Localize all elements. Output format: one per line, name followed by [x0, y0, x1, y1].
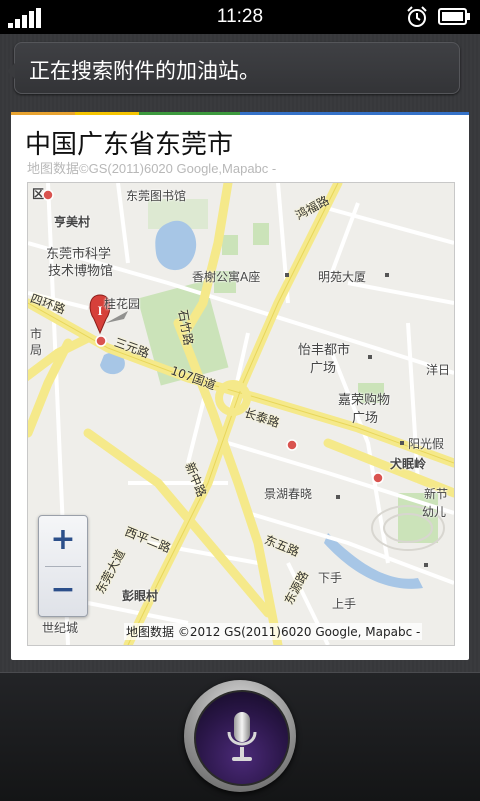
map-label: 亨美村: [54, 215, 91, 229]
card-title: 中国广东省东莞市: [25, 130, 234, 160]
card-accent-stripe: [11, 112, 469, 115]
map-label: 广场: [352, 411, 379, 426]
query-bubble[interactable]: 正在搜索附件的加油站。: [7, 42, 460, 94]
map-label: 阳光假: [408, 437, 445, 451]
map-label: 局: [30, 343, 43, 357]
map-label: 洋日: [426, 363, 451, 377]
microphone-icon: [227, 712, 257, 761]
map-label: 幼儿: [422, 505, 447, 519]
map-label: 区: [32, 187, 45, 201]
zoom-out-button[interactable]: −: [39, 566, 87, 616]
battery-icon: [438, 8, 470, 25]
card-credit: 地图数据©GS(2011)6020 Google,Mapabc -: [27, 161, 277, 176]
map-label: 新节: [424, 487, 449, 501]
query-text: 正在搜索附件的加油站。: [29, 59, 260, 83]
map-label: 景湖春晓: [264, 487, 313, 501]
map-label: 桂花园: [104, 297, 141, 311]
alarm-icon: [407, 6, 427, 27]
map-label: 彭眼村: [122, 589, 159, 603]
zoom-control: + −: [38, 515, 88, 617]
map-label: 广场: [310, 361, 337, 376]
mic-button-inner: [194, 690, 290, 786]
pin-letter: I: [97, 303, 102, 318]
zoom-in-button[interactable]: +: [39, 516, 87, 566]
map-label: 技术博物馆: [48, 264, 114, 279]
map-view[interactable]: I 区 东莞图书馆 鸿福路 亨美村 东莞市科学 技术博物馆 香榭公寓A座 明苑大…: [27, 182, 455, 646]
status-bar: 11:28: [0, 0, 480, 34]
map-label: 嘉荣购物: [338, 393, 391, 408]
map-label: 香榭公寓A座: [192, 270, 261, 284]
map-label: 东莞图书馆: [126, 189, 187, 203]
map-card: 中国广东省东莞市 地图数据©GS(2011)6020 Google,Mapabc…: [11, 112, 469, 660]
map-label: 上手: [332, 597, 357, 611]
map-label: 明苑大厦: [318, 270, 367, 284]
map-label: 怡丰都市: [298, 343, 351, 358]
mic-button[interactable]: [184, 680, 296, 792]
map-label: 市: [30, 327, 43, 341]
map-label: 下手: [318, 571, 343, 585]
map-label: 世纪城: [42, 621, 79, 635]
map-credit: 地图数据 ©2012 GS(2011)6020 Google, Mapabc -: [124, 623, 423, 640]
map-label: 犬眠岭: [390, 457, 427, 471]
